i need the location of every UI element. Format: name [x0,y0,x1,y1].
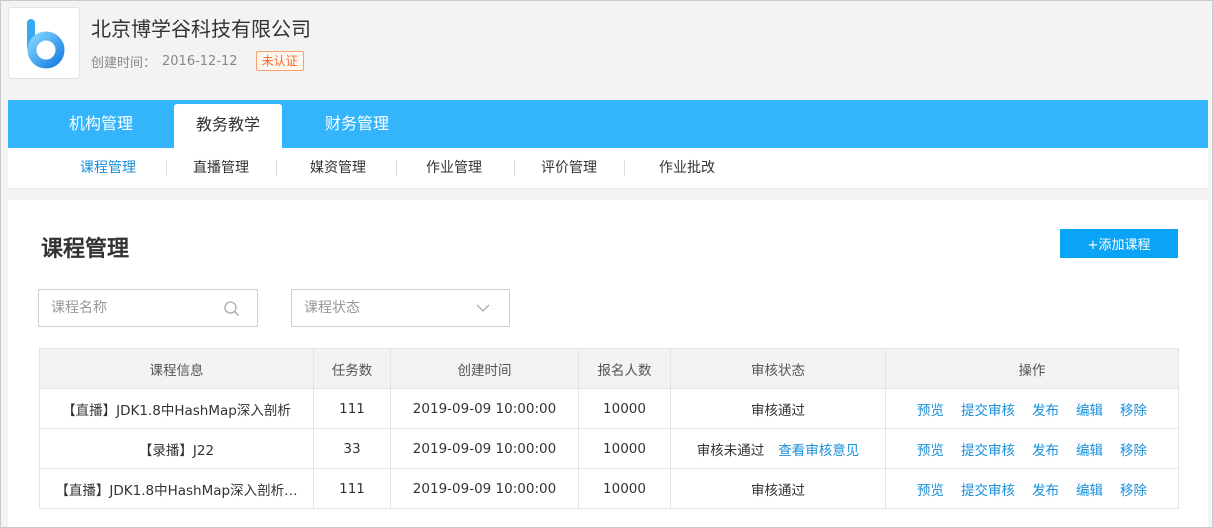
cell-review-status: 审核通过 [670,468,886,509]
edit-link[interactable]: 编辑 [1076,399,1103,419]
subnav-course-management[interactable]: 课程管理 [80,148,136,188]
header-actions: 操作 [885,348,1179,389]
table-row: 【直播】JDK1.8中HashMap深入剖析… 111 2019-09-09 1… [39,468,1179,509]
add-course-button[interactable]: +添加课程 [1060,229,1178,258]
certification-badge: 未认证 [255,51,304,71]
cell-enrolled: 10000 [578,428,671,469]
main-nav: 机构管理 教务教学 财务管理 [8,100,1208,148]
cell-tasks: 111 [313,468,391,509]
tab-org-management[interactable]: 机构管理 [46,100,156,148]
cell-enrolled: 10000 [578,388,671,429]
subnav-divider [514,160,515,176]
course-status-placeholder: 课程状态 [304,300,360,316]
cell-tasks: 111 [313,388,391,429]
cell-review-status: 审核通过 [670,388,886,429]
cell-tasks: 33 [313,428,391,469]
subnav-divider [624,160,625,176]
sub-nav: 课程管理 直播管理 媒资管理 作业管理 评价管理 作业批改 [8,148,1208,189]
subnav-divider [276,160,277,176]
logo-b-icon [27,19,65,69]
subnav-divider [166,160,167,176]
course-name-input[interactable] [39,290,221,326]
preview-link[interactable]: 预览 [917,479,944,499]
app-window: 北京博学谷科技有限公司 创建时间： 2016-12-12 未认证 机构管理 教务… [0,0,1213,528]
company-name: 北京博学谷科技有限公司 [91,17,311,41]
view-review-opinion-link[interactable]: 查看审核意见 [778,443,859,459]
review-status-text: 审核通过 [751,482,805,499]
edit-link[interactable]: 编辑 [1076,439,1103,459]
cell-course-info: 【录播】J22 [39,428,314,469]
publish-link[interactable]: 发布 [1032,399,1059,419]
preview-link[interactable]: 预览 [917,439,944,459]
page-title: 课程管理 [41,237,130,262]
table-row: 【直播】JDK1.8中HashMap深入剖析 111 2019-09-09 10… [39,388,1179,429]
course-status-select[interactable]: 课程状态 [291,289,510,327]
cell-enrolled: 10000 [578,468,671,509]
cell-course-info: 【直播】JDK1.8中HashMap深入剖析… [39,468,314,509]
subnav-live-management[interactable]: 直播管理 [193,148,249,188]
header-course-info: 课程信息 [39,348,314,389]
cell-actions: 预览 提交审核 发布 编辑 移除 [885,468,1179,509]
preview-link[interactable]: 预览 [917,399,944,419]
table-row: 【录播】J22 33 2019-09-09 10:00:00 10000 审核未… [39,428,1179,469]
review-status-text: 审核未通过 [696,442,765,459]
cell-created-time: 2019-09-09 10:00:00 [390,428,579,469]
cell-actions: 预览 提交审核 发布 编辑 移除 [885,428,1179,469]
header-created-time: 创建时间 [390,348,579,389]
course-name-filter [38,289,258,327]
created-info: 创建时间： 2016-12-12 未认证 [91,51,304,71]
submit-review-link[interactable]: 提交审核 [961,439,1015,459]
cell-review-status: 审核未通过 查看审核意见 [670,428,886,469]
header-tasks: 任务数 [313,348,391,389]
chevron-down-icon [476,304,490,312]
remove-link[interactable]: 移除 [1120,439,1147,459]
search-icon[interactable] [223,300,241,318]
publish-link[interactable]: 发布 [1032,479,1059,499]
subnav-homework-management[interactable]: 作业管理 [426,148,482,188]
subnav-divider [396,160,397,176]
remove-link[interactable]: 移除 [1120,479,1147,499]
submit-review-link[interactable]: 提交审核 [961,399,1015,419]
table-header-row: 课程信息 任务数 创建时间 报名人数 审核状态 操作 [39,348,1179,389]
tab-teaching[interactable]: 教务教学 [174,104,282,148]
cell-actions: 预览 提交审核 发布 编辑 移除 [885,388,1179,429]
subnav-media-management[interactable]: 媒资管理 [310,148,366,188]
submit-review-link[interactable]: 提交审核 [961,479,1015,499]
created-date: 2016-12-12 [162,53,238,69]
cell-course-info: 【直播】JDK1.8中HashMap深入剖析 [39,388,314,429]
cell-created-time: 2019-09-09 10:00:00 [390,388,579,429]
header-review-status: 审核状态 [670,348,886,389]
header-enrolled: 报名人数 [578,348,671,389]
publish-link[interactable]: 发布 [1032,439,1059,459]
course-table: 课程信息 任务数 创建时间 报名人数 审核状态 操作 【直播】JDK1.8中Ha… [39,348,1179,509]
cell-created-time: 2019-09-09 10:00:00 [390,468,579,509]
remove-link[interactable]: 移除 [1120,399,1147,419]
edit-link[interactable]: 编辑 [1076,479,1103,499]
content-panel: 课程管理 +添加课程 课程状态 课程信息 任务数 [8,200,1208,527]
tab-finance[interactable]: 财务管理 [302,100,412,148]
created-label: 创建时间： [91,55,157,71]
subnav-homework-grading[interactable]: 作业批改 [659,148,715,188]
subnav-review-management[interactable]: 评价管理 [541,148,597,188]
company-logo [8,7,80,79]
review-status-text: 审核通过 [751,402,805,419]
